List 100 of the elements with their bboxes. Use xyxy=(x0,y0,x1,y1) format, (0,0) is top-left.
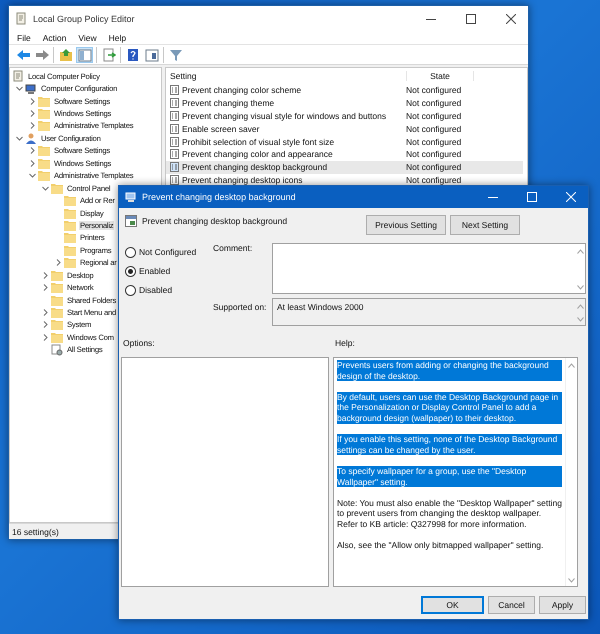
policy-setting-icon xyxy=(170,110,179,121)
folder-icon xyxy=(38,96,50,107)
policy-setting-icon xyxy=(170,174,179,185)
radio-button[interactable]: Enabled xyxy=(125,265,213,277)
setting-state: Not configured xyxy=(406,136,462,147)
nav-button[interactable]: Next Setting xyxy=(450,215,520,235)
scroll-down-icon[interactable] xyxy=(568,578,575,583)
setting-name: Prevent changing color and appearance xyxy=(182,149,334,160)
supported-value: At least Windows 2000 xyxy=(277,302,364,312)
chevron-down-icon[interactable] xyxy=(16,134,23,142)
setting-row[interactable]: Prevent changing color scheme Not configured xyxy=(166,84,523,97)
setting-state: Not configured xyxy=(406,174,462,185)
chevron-down-icon[interactable] xyxy=(42,184,49,192)
section-label: Help: xyxy=(335,338,356,348)
policy-setting-icon xyxy=(170,149,179,160)
folder-icon xyxy=(38,120,50,132)
setting-state: Not configured xyxy=(406,85,462,96)
folder-icon xyxy=(64,195,76,206)
setting-name: Prevent changing visual style for windows and buttons xyxy=(182,110,388,121)
setting-name: Enable screen saver xyxy=(182,124,260,134)
chevron-right-icon[interactable] xyxy=(42,272,49,279)
folder-icon xyxy=(64,232,76,244)
menu-item[interactable]: File xyxy=(11,32,37,42)
menu-item[interactable]: Action xyxy=(36,32,72,42)
setting-state: Not configured xyxy=(406,124,462,134)
policy-setting-icon xyxy=(170,98,179,108)
policy-setting-icon xyxy=(170,124,179,134)
nav-button[interactable]: Previous Setting xyxy=(366,215,446,235)
column-header[interactable]: State xyxy=(406,71,474,81)
dialog-button[interactable]: Apply xyxy=(539,596,586,614)
setting-row[interactable]: Prevent changing visual style for windows and buttons Not configured xyxy=(166,110,523,122)
chevron-right-icon[interactable] xyxy=(55,259,62,266)
status-text: 16 setting(s) xyxy=(12,526,59,536)
field-label: Supported on: xyxy=(213,302,268,312)
setting-row[interactable]: Prevent changing theme Not configured xyxy=(166,96,523,110)
menu-item[interactable]: Help xyxy=(102,32,132,42)
dialog-button[interactable]: OK xyxy=(421,596,484,614)
folder-icon xyxy=(51,282,63,294)
chevron-right-icon[interactable] xyxy=(29,110,36,118)
chevron-right-icon[interactable] xyxy=(42,284,49,292)
scroll-up-icon[interactable] xyxy=(576,249,584,254)
setting-row[interactable]: Prevent changing desktop icons Not configured xyxy=(166,174,523,186)
folder-icon xyxy=(38,145,50,156)
chevron-down-icon[interactable] xyxy=(29,172,36,180)
setting-row[interactable]: Enable screen saver Not configured xyxy=(166,122,523,136)
scroll-down-icon[interactable] xyxy=(576,285,584,290)
help-paragraph: To specify wallpaper for a group, use the "Desktop Wallpaper" setting. xyxy=(337,466,562,488)
setting-state: Not configured xyxy=(406,110,462,121)
policy-setting-icon xyxy=(125,215,137,227)
help-paragraph: If you enable this setting, none of the Desktop Background settings can be changed by the user. xyxy=(337,434,562,456)
setting-name: Prohibit selection of visual style font size xyxy=(182,136,336,147)
radio-button[interactable]: Disabled xyxy=(125,284,213,296)
user-icon xyxy=(25,132,37,144)
computer-icon xyxy=(125,192,137,202)
setting-row[interactable]: Prevent changing color and appearance Not configured xyxy=(166,148,523,161)
setting-state: Not configured xyxy=(406,98,462,108)
setting-state: Not configured xyxy=(406,162,462,172)
column-header[interactable]: Setting xyxy=(166,71,406,81)
help-paragraph: Note: You must also enable the "Desktop Wallpaper" setting to prevent users from changing the desktop wallpaper. Refer to KB article: Q327998 for more information. xyxy=(337,498,562,530)
comment-field[interactable] xyxy=(272,243,586,294)
menu-item[interactable]: View xyxy=(72,32,103,42)
folder-icon xyxy=(64,208,76,219)
radio-button[interactable]: Not Configured xyxy=(125,246,213,258)
folder-icon xyxy=(38,170,50,182)
setting-name: Prevent changing theme xyxy=(182,98,276,108)
dialog-title: Prevent changing desktop background xyxy=(142,192,297,202)
window-title: Local Group Policy Editor xyxy=(33,14,136,24)
setting-name: Prevent changing color scheme xyxy=(182,85,302,96)
chevron-right-icon[interactable] xyxy=(42,309,49,316)
folder-icon xyxy=(51,319,63,330)
properties-tool-button[interactable] xyxy=(143,46,160,62)
chevron-right-icon[interactable] xyxy=(29,98,36,105)
help-paragraph: Prevents users from adding or changing the background design of the desktop. xyxy=(337,360,562,382)
chevron-right-icon[interactable] xyxy=(29,122,36,130)
field-label: Comment: xyxy=(213,243,254,255)
scroll-up-icon[interactable] xyxy=(568,363,575,368)
setting-state: Not configured xyxy=(406,149,462,160)
chevron-right-icon[interactable] xyxy=(42,334,49,341)
folder-icon xyxy=(64,220,76,231)
up-tool-button[interactable] xyxy=(57,46,74,62)
chevron-right-icon[interactable] xyxy=(29,147,36,154)
scroll-icon xyxy=(12,70,24,82)
dialog-button[interactable]: Cancel xyxy=(488,596,535,614)
folder-icon xyxy=(51,307,63,318)
help-paragraph: By default, users can use the Desktop Background page in the Personalization or Display Control Panel to add a background design (wallpaper) to their desktop. xyxy=(337,392,562,424)
folder-icon xyxy=(51,182,63,194)
computer-icon xyxy=(25,82,37,95)
policy-setting-icon xyxy=(170,162,179,172)
setting-row[interactable]: Prevent changing desktop background Not configured xyxy=(166,160,523,174)
section-label: Options: xyxy=(123,338,156,348)
tree-tool-button[interactable] xyxy=(76,46,93,62)
policy-setting-icon xyxy=(170,136,179,147)
chevron-right-icon[interactable] xyxy=(42,321,49,328)
folder-icon xyxy=(51,332,63,343)
chevron-down-icon[interactable] xyxy=(16,85,23,92)
folder-icon xyxy=(38,158,50,169)
setting-heading: Prevent changing desktop background xyxy=(142,216,288,226)
folder-icon xyxy=(51,270,63,281)
chevron-right-icon[interactable] xyxy=(29,160,36,167)
setting-row[interactable]: Prohibit selection of visual style font size Not configured xyxy=(166,135,523,148)
